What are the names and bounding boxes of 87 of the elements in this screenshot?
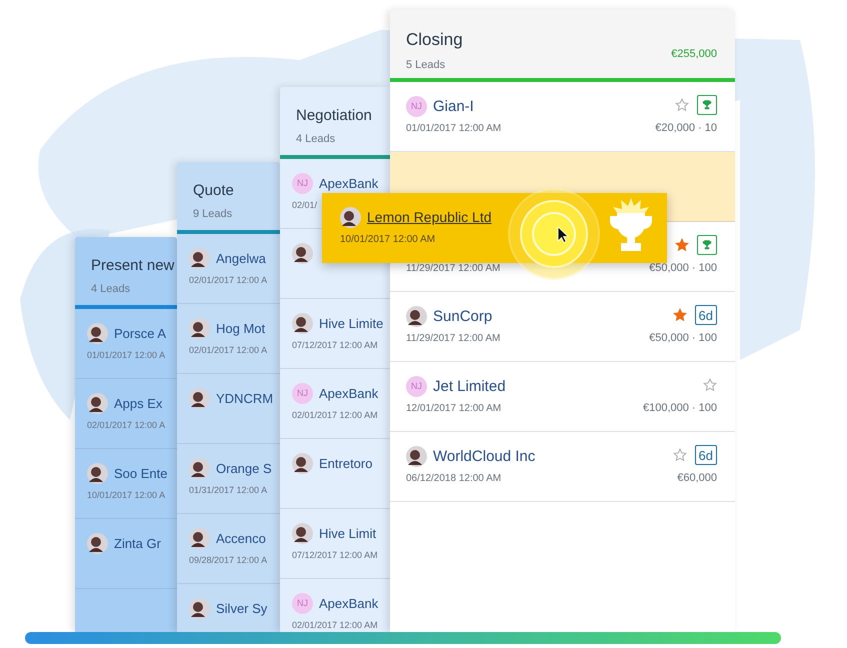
lead-name[interactable]: Hog Mot bbox=[216, 320, 266, 336]
column-title: Closing bbox=[406, 30, 463, 50]
won-badge[interactable] bbox=[697, 235, 717, 255]
avatar-icon bbox=[189, 458, 210, 478]
days-badge[interactable]: 6d bbox=[694, 445, 717, 465]
lead-amount: €50,000 · 100 bbox=[649, 332, 717, 344]
lead-count: 4 Leads bbox=[296, 133, 336, 145]
lead-date: 02/01/2017 12:00 A bbox=[87, 420, 166, 430]
lead-date: 02/01/2017 12:00 AM bbox=[292, 620, 378, 630]
initials-avatar: NJ bbox=[292, 172, 313, 194]
lead-name[interactable]: ApexBank bbox=[319, 176, 378, 190]
lead-date: 11/29/2017 12:00 AM bbox=[406, 333, 500, 344]
lead-date: 02/01/2017 12:00 AM bbox=[292, 410, 378, 420]
lead-date: 10/01/2017 12:00 A bbox=[87, 490, 166, 500]
star-icon[interactable] bbox=[703, 378, 717, 392]
lead-date: 09/28/2017 12:00 A bbox=[189, 555, 268, 565]
lead-name[interactable]: Accenco bbox=[216, 530, 266, 546]
won-badge[interactable] bbox=[697, 95, 717, 115]
column-title: Quote bbox=[193, 182, 234, 199]
initials-avatar: NJ bbox=[292, 592, 313, 614]
trophy-icon bbox=[701, 99, 713, 111]
avatar-icon bbox=[87, 392, 108, 414]
lead-name[interactable]: Gian-I bbox=[433, 98, 474, 114]
lead-name[interactable]: Apps Ex bbox=[114, 396, 162, 410]
lead-date: 07/12/2017 12:00 AM bbox=[292, 550, 378, 560]
lead-date: 11/29/2017 12:00 AM bbox=[406, 263, 500, 274]
star-icon[interactable] bbox=[672, 448, 687, 462]
lead-date: 01/31/2017 12:00 A bbox=[189, 485, 268, 495]
avatar-icon bbox=[87, 462, 108, 484]
lead-count: 5 Leads bbox=[406, 59, 446, 71]
avatar-icon bbox=[189, 248, 210, 268]
column-total: €255,000 bbox=[671, 48, 717, 60]
avatar-icon bbox=[292, 452, 313, 474]
lead-date: 10/01/2017 12:00 AM bbox=[340, 234, 436, 245]
lead-date: 12/01/2017 12:00 AM bbox=[406, 403, 502, 414]
star-icon[interactable] bbox=[675, 98, 689, 112]
lead-count: 9 Leads bbox=[193, 208, 234, 220]
lead-amount: €100,000 · 100 bbox=[642, 402, 717, 414]
lead-name[interactable]: Zinta Gr bbox=[114, 536, 161, 550]
lead-name[interactable]: Entretoro bbox=[319, 456, 372, 470]
avatar-icon bbox=[292, 522, 313, 544]
lead-name[interactable]: Hive Limit bbox=[319, 526, 376, 540]
lead-date: 02/01/ bbox=[292, 200, 318, 210]
lead-name[interactable]: Jet Limited bbox=[433, 378, 506, 394]
lead-date: 01/01/2017 12:00 A bbox=[87, 350, 166, 360]
lead-name[interactable]: Angelwa bbox=[216, 250, 266, 266]
lead-amount: €20,000 · 10 bbox=[655, 122, 717, 134]
initials-avatar: NJ bbox=[292, 382, 313, 404]
avatar-icon bbox=[189, 528, 210, 548]
avatar-icon bbox=[406, 306, 427, 326]
column-title: Negotiation bbox=[296, 107, 372, 124]
lead-name[interactable]: Porsce A bbox=[114, 326, 166, 340]
lead-link[interactable]: Lemon Republic Ltd bbox=[367, 209, 492, 225]
lead-date: 02/01/2017 12:00 A bbox=[189, 345, 268, 355]
lead-date: 06/12/2018 12:00 AM bbox=[406, 473, 502, 484]
avatar-icon bbox=[406, 446, 427, 466]
lead-amount: €60,000 bbox=[677, 472, 717, 484]
lead-name[interactable]: Soo Ente bbox=[114, 466, 168, 480]
lead-count: 4 Leads bbox=[91, 283, 132, 295]
star-icon[interactable] bbox=[672, 308, 687, 322]
lead-name[interactable]: ApexBank bbox=[319, 386, 378, 400]
lead-name[interactable]: WorldCloud Inc bbox=[433, 448, 536, 464]
avatar-icon bbox=[189, 318, 210, 338]
column-title: Present new bbox=[91, 257, 174, 274]
trophy-icon bbox=[701, 239, 713, 251]
cursor-icon bbox=[557, 226, 569, 244]
lead-name[interactable]: SunCorp bbox=[433, 308, 492, 324]
avatar-icon bbox=[340, 206, 361, 228]
avatar-icon bbox=[87, 532, 108, 554]
avatar-icon bbox=[189, 598, 210, 618]
lead-name[interactable]: ApexBank bbox=[319, 596, 378, 610]
lead-name[interactable]: Hive Limite bbox=[319, 316, 384, 330]
lead-date: 02/01/2017 12:00 A bbox=[189, 275, 268, 285]
lead-name[interactable]: YDNCRM bbox=[216, 390, 274, 406]
lead-amount: €50,000 · 100 bbox=[649, 262, 717, 274]
lead-name[interactable]: Orange S bbox=[216, 460, 272, 476]
avatar-icon bbox=[292, 312, 313, 334]
lead-name[interactable]: Silver Sy bbox=[216, 600, 268, 616]
lead-date: 07/12/2017 12:00 AM bbox=[292, 340, 378, 350]
initials-avatar: NJ bbox=[406, 376, 427, 396]
initials-avatar: NJ bbox=[406, 96, 427, 116]
avatar-icon bbox=[87, 322, 108, 344]
lead-date: 01/01/2017 12:00 AM bbox=[406, 123, 502, 134]
days-badge[interactable]: 6d bbox=[694, 305, 717, 325]
avatar-icon bbox=[189, 388, 210, 408]
star-icon[interactable] bbox=[675, 238, 689, 252]
avatar-icon bbox=[292, 242, 313, 264]
